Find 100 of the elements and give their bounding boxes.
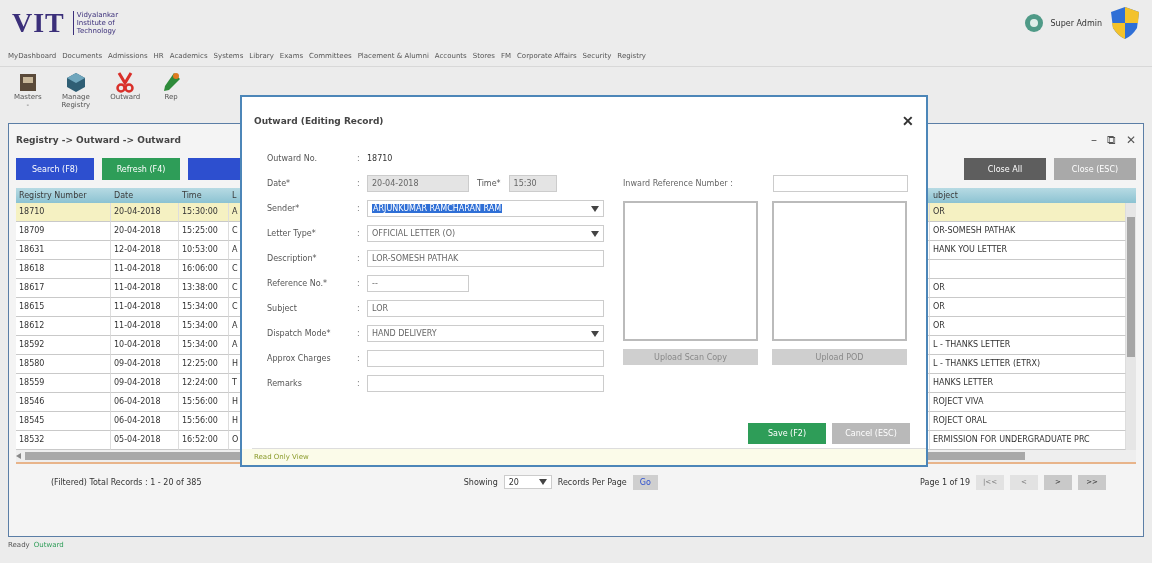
table-cell: ERMISSION FOR UNDERGRADUATE PRC — [930, 431, 1126, 450]
per-page-select[interactable]: 20 — [503, 475, 552, 489]
page-info: Page 1 of 19 — [920, 477, 970, 487]
field-separator: : — [357, 379, 360, 389]
table-cell: 18532 — [16, 431, 111, 450]
dialog-title: Outward (Editing Record) — [254, 116, 384, 127]
field-label: Inward Reference Number : — [623, 179, 734, 189]
table-cell: ROJECT ORAL — [930, 412, 1126, 431]
table-cell: 05-04-2018 — [111, 431, 179, 450]
go-button[interactable]: Go — [632, 474, 658, 490]
field-separator: : — [357, 204, 360, 214]
column-header[interactable]: ubject — [930, 188, 1136, 203]
table-cell: 18592 — [16, 336, 111, 355]
table-cell: 11-04-2018 — [111, 298, 179, 317]
column-header[interactable]: Registry Number — [16, 188, 111, 203]
field-separator: : — [357, 254, 360, 264]
field-separator: : — [357, 229, 360, 239]
table-cell: OR — [930, 317, 1126, 336]
user-name[interactable]: Super Admin — [1050, 18, 1102, 28]
field-label: Dispatch Mode* — [267, 329, 332, 339]
table-cell: ROJECT VIVA — [930, 393, 1126, 412]
scroll-left-icon[interactable] — [16, 453, 21, 459]
toolbar-button[interactable]: Search (F8) — [16, 158, 94, 180]
field-separator: : — [357, 279, 360, 289]
caret-icon — [591, 205, 599, 212]
table-cell: OR — [930, 203, 1126, 222]
field-label: Description* — [267, 254, 318, 264]
breadcrumb: Registry -> Outward -> Outward — [16, 135, 181, 145]
table-cell: 16:06:00 — [179, 260, 229, 279]
table-cell: L - THANKS LETTER (ETRX) — [930, 355, 1126, 374]
table-cell: 12:25:00 — [179, 355, 229, 374]
table-cell: 15:34:00 — [179, 298, 229, 317]
table-cell: 18545 — [16, 412, 111, 431]
input-field[interactable]: -- — [367, 275, 469, 293]
select-field[interactable]: OFFICIAL LETTER (O) — [367, 225, 604, 243]
field-separator: : — [357, 329, 360, 339]
table-cell: 09-04-2018 — [111, 355, 179, 374]
table-cell: 18559 — [16, 374, 111, 393]
scrollbar[interactable] — [1126, 203, 1136, 450]
table-cell: 18710 — [16, 203, 111, 222]
user-avatar-icon[interactable] — [1024, 14, 1043, 32]
table-cell: 09-04-2018 — [111, 374, 179, 393]
input-field[interactable]: LOR-SOMESH PATHAK — [367, 250, 604, 268]
input-field[interactable] — [367, 375, 604, 393]
field-label: Subject — [267, 304, 298, 314]
table-cell: 15:56:00 — [179, 393, 229, 412]
field-label: Approx Charges — [267, 354, 332, 364]
time-field[interactable]: 15:30 — [508, 175, 557, 193]
table-cell: 18709 — [16, 222, 111, 241]
field-separator: : — [357, 179, 360, 189]
close-button[interactable]: ✕ — [1125, 133, 1136, 147]
table-cell: 15:30:00 — [179, 203, 229, 222]
field-separator: : — [357, 304, 360, 314]
table-cell: 10:53:00 — [179, 241, 229, 260]
input-field[interactable] — [773, 175, 908, 193]
table-cell: 18615 — [16, 298, 111, 317]
field-separator: : — [357, 354, 360, 364]
table-cell: OR-SOMESH PATHAK — [930, 222, 1126, 241]
per-page-label: Records Per Page — [557, 477, 627, 487]
table-cell: 18618 — [16, 260, 111, 279]
table-cell: 06-04-2018 — [111, 412, 179, 431]
table-cell: OR — [930, 298, 1126, 317]
table-cell: 18612 — [16, 317, 111, 336]
record-summary: (Filtered) Total Records : 1 - 20 of 385 — [51, 477, 202, 487]
table-cell: OR — [930, 279, 1126, 298]
restore-button[interactable]: ⧉ — [1106, 133, 1116, 147]
table-cell: 15:34:00 — [179, 336, 229, 355]
field-label: Reference No.* — [267, 279, 329, 289]
table-cell: 11-04-2018 — [111, 260, 179, 279]
table-cell: 18631 — [16, 241, 111, 260]
table-cell: 15:34:00 — [179, 317, 229, 336]
minimize-button[interactable]: – — [1090, 133, 1097, 147]
caret-icon — [591, 230, 599, 237]
table-cell: 13:38:00 — [179, 279, 229, 298]
cube-icon — [64, 71, 87, 93]
outward-number: 18710 — [367, 154, 393, 164]
field-label: Letter Type* — [267, 229, 317, 239]
toolbar-button[interactable]: Close All — [964, 158, 1046, 180]
column-header[interactable]: Time — [179, 188, 229, 203]
showing-label: Showing — [463, 477, 498, 487]
close-button[interactable]: ✕ — [902, 113, 914, 130]
table-cell: 11-04-2018 — [111, 279, 179, 298]
table-cell: 12-04-2018 — [111, 241, 179, 260]
table-cell: 20-04-2018 — [111, 203, 179, 222]
table-cell: 18617 — [16, 279, 111, 298]
shield-icon — [1110, 6, 1140, 40]
table-cell: 16:52:00 — [179, 431, 229, 450]
column-header[interactable]: Date — [111, 188, 179, 203]
input-field[interactable] — [367, 350, 604, 368]
date-field[interactable]: 20-04-2018 — [367, 175, 469, 193]
field-label: Remarks — [267, 379, 303, 389]
field-label: Sender* — [267, 204, 301, 214]
table-cell: 12:24:00 — [179, 374, 229, 393]
table-cell: HANK YOU LETTER — [930, 241, 1126, 260]
table-cell: L - THANKS LETTER — [930, 336, 1126, 355]
logo: VIT — [12, 7, 65, 39]
select-field[interactable]: ARJUNKUMAR RAMCHARAN RAM — [367, 200, 604, 218]
select-field[interactable]: HAND DELIVERY — [367, 325, 604, 343]
caret-icon — [538, 479, 547, 485]
input-field[interactable]: LOR — [367, 300, 604, 318]
